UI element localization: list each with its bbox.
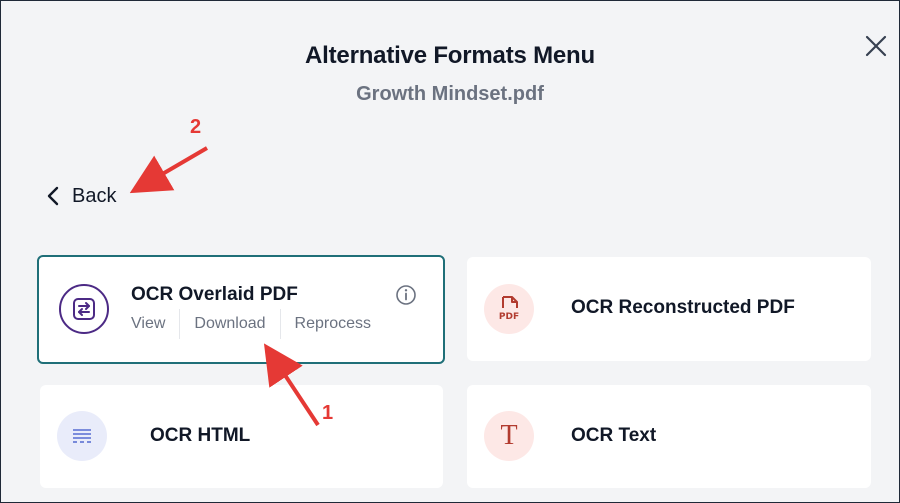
dialog-filename: Growth Mindset.pdf [356, 83, 544, 105]
text-lines-icon [57, 411, 107, 461]
info-icon [396, 285, 416, 305]
annotation-number-2: 2 [190, 116, 202, 138]
back-button[interactable]: Back [46, 182, 116, 210]
format-card-ocr-overlaid-pdf[interactable]: OCR Overlaid PDF View Download Reprocess [37, 255, 445, 364]
format-name: OCR Text [571, 425, 657, 446]
format-name: OCR Reconstructed PDF [571, 297, 795, 318]
chevron-left-icon [47, 186, 59, 206]
close-button[interactable] [862, 32, 890, 60]
close-icon [865, 35, 887, 57]
download-link[interactable]: Download [194, 315, 265, 333]
action-divider [179, 309, 181, 339]
format-name: OCR HTML [150, 425, 251, 446]
annotation-arrow-back [129, 146, 209, 194]
format-name: OCR Overlaid PDF [131, 284, 298, 305]
view-link[interactable]: View [131, 315, 165, 333]
serif-t-icon: T [484, 411, 534, 461]
reprocess-link[interactable]: Reprocess [295, 315, 371, 333]
svg-text:PDF: PDF [499, 312, 519, 322]
dialog-title: Alternative Formats Menu [305, 42, 595, 69]
swap-icon [59, 284, 109, 334]
format-actions: View Download Reprocess [131, 309, 371, 339]
format-card-ocr-html[interactable]: OCR HTML [40, 385, 443, 488]
format-card-ocr-text[interactable]: T OCR Text [467, 385, 871, 488]
annotation-number-1: 1 [322, 402, 334, 424]
info-button[interactable] [395, 284, 417, 306]
back-label: Back [72, 184, 117, 207]
action-divider [279, 309, 281, 339]
pdf-file-icon: PDF [484, 284, 534, 334]
format-card-ocr-reconstructed-pdf[interactable]: PDF OCR Reconstructed PDF [467, 257, 871, 361]
